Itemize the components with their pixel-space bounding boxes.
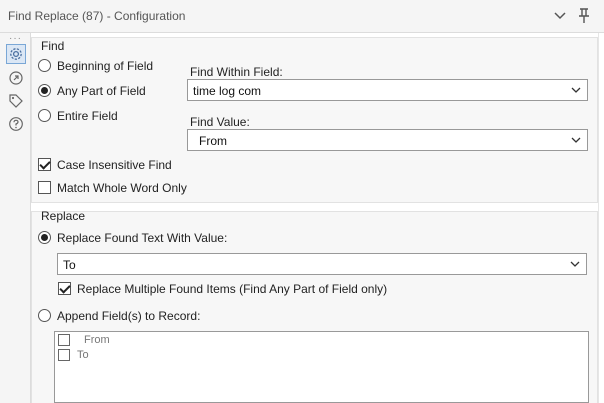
find-value-value: From [199,134,227,148]
scrollbar[interactable] [598,33,604,403]
window-title: Find Replace (87) - Configuration [8,9,186,23]
navigation-icon[interactable] [6,68,26,88]
append-fields-list[interactable]: From To [54,331,589,403]
match-whole-word-checkbox[interactable] [38,181,51,194]
chevron-down-icon [571,137,581,143]
replace-value-value: To [63,258,76,272]
side-toolbar: ··· [0,33,31,403]
radio-append-fields[interactable] [38,309,51,322]
more-dots: ··· [9,33,22,44]
find-within-field-dropdown[interactable]: time log com [187,79,588,101]
find-legend: Find [41,39,65,53]
chevron-down-icon [571,87,581,93]
find-value-dropdown[interactable]: From [187,129,588,151]
beginning-of-field-label[interactable]: Beginning of Field [57,59,153,73]
find-within-field-label: Find Within Field: [190,65,283,79]
chevron-down-icon[interactable] [550,6,570,26]
entire-field-label[interactable]: Entire Field [57,109,118,123]
replace-found-text-label[interactable]: Replace Found Text With Value: [57,231,227,245]
radio-any-part-of-field[interactable] [38,84,51,97]
field-from-label: From [84,334,110,346]
case-insensitive-checkbox[interactable] [38,158,51,171]
replace-legend: Replace [41,209,86,223]
field-to-checkbox[interactable] [58,349,70,361]
title-bar: Find Replace (87) - Configuration [0,0,604,33]
pin-icon[interactable] [574,6,594,26]
help-icon[interactable] [6,114,26,134]
chevron-down-icon [570,261,580,267]
case-insensitive-label[interactable]: Case Insensitive Find [57,158,172,172]
replace-value-dropdown[interactable]: To [57,253,587,275]
gear-icon[interactable] [6,44,26,64]
any-part-of-field-label[interactable]: Any Part of Field [57,84,146,98]
field-from-checkbox[interactable] [58,334,70,346]
replace-multiple-label[interactable]: Replace Multiple Found Items (Find Any P… [77,282,387,296]
append-fields-label[interactable]: Append Field(s) to Record: [57,309,200,323]
replace-multiple-checkbox[interactable] [58,282,71,295]
radio-beginning-of-field[interactable] [38,59,51,72]
tag-icon[interactable] [6,91,26,111]
find-within-field-value: time log com [193,84,262,98]
radio-entire-field[interactable] [38,109,51,122]
field-to-label: To [77,349,89,361]
find-value-label: Find Value: [190,115,250,129]
radio-replace-found-text[interactable] [38,231,51,244]
match-whole-word-label[interactable]: Match Whole Word Only [57,181,187,195]
